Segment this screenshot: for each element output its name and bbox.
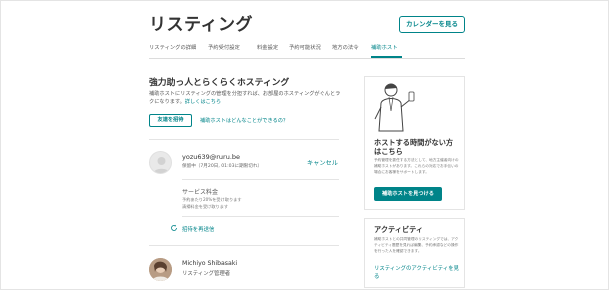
- tab-local-laws[interactable]: 地方の法令: [332, 43, 359, 51]
- activity-title: アクティビティ: [374, 225, 424, 234]
- co-host-info-link[interactable]: 補助ホストはどんなことができるの？: [200, 117, 288, 124]
- find-co-host-body: 予約管理を委任する方法として、地方主催者向けの補助ホストがあります。これらの対応…: [374, 158, 459, 174]
- cancel-invite-link[interactable]: キャンセル: [307, 158, 338, 167]
- section-divider: [149, 139, 339, 140]
- tab-co-hosts[interactable]: 補助ホスト: [371, 43, 398, 51]
- member-name: Michiyo Shibasaki: [182, 260, 238, 267]
- service-divider: [182, 216, 339, 217]
- co-host-heading: 強力助っ人とらくらくホスティング: [149, 78, 290, 88]
- service-fee-line: 予約あたり20%を受け取ります: [182, 197, 242, 202]
- tab-availability[interactable]: 予約可能状況: [289, 43, 321, 51]
- invite-status: 保留中（7月20日, 01:03に期限切れ）: [182, 164, 263, 169]
- person-photo-icon: [149, 258, 172, 281]
- service-fee-line: 清掃料金を受け取ります: [182, 204, 229, 209]
- invite-email: yozu639@ruru.be: [182, 153, 241, 161]
- tab-listing-details[interactable]: リスティングの詳細: [149, 43, 196, 51]
- tab-booking-settings[interactable]: 予約受付設定: [208, 43, 240, 51]
- co-host-description: 補助ホストにリスティングの管理を分担すれば、お部屋のホスティングがぐんとラクにな…: [149, 90, 345, 106]
- invite-friend-button[interactable]: 友達を招待: [149, 114, 192, 127]
- invite-divider: [182, 179, 339, 180]
- user-silhouette-icon: [153, 157, 170, 173]
- avatar: [149, 151, 172, 174]
- refresh-icon: [171, 224, 177, 231]
- member-role: リスティング管理者: [182, 271, 231, 277]
- tabs-divider: [149, 58, 465, 59]
- description-text: 補助ホストにリスティングの管理を分担すれば、お部屋のホスティングがぐんとラクにな…: [149, 91, 341, 105]
- person-with-phone-icon: [374, 83, 415, 132]
- view-activity-link[interactable]: リスティングのアクティビティを見る: [374, 265, 460, 281]
- activity-body: 補助ホストとの共同管理のリスティングでは、アクティビティ履歴を見れば編集、予約承…: [374, 237, 459, 253]
- service-fee-title: サービス料金: [182, 189, 219, 196]
- find-co-host-title: ホストする時間がない方はこちら: [374, 138, 454, 156]
- member-avatar: [149, 258, 172, 281]
- learn-more-link[interactable]: 詳しくはこちら: [185, 99, 221, 105]
- tab-pricing[interactable]: 料金設定: [257, 43, 278, 51]
- find-co-host-button[interactable]: 補助ホストを見つける: [374, 187, 442, 201]
- page-frame: リスティング カレンダーを見る リスティングの詳細 予約受付設定 料金設定 予約…: [0, 0, 609, 290]
- view-calendar-button[interactable]: カレンダーを見る: [399, 16, 465, 33]
- page-title: リスティング: [149, 15, 253, 35]
- resend-invite-link[interactable]: 招待を再送信: [182, 225, 214, 233]
- member-divider: [149, 245, 339, 246]
